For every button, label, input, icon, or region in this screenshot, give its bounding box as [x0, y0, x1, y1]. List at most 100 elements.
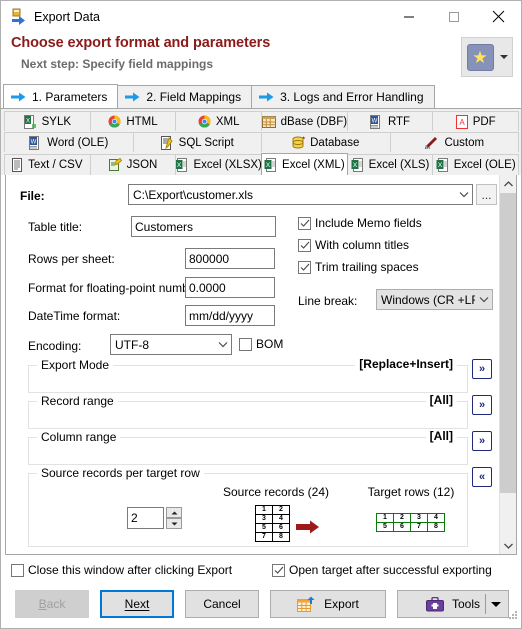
tab-parameters[interactable]: 1. Parameters [3, 84, 119, 108]
format-tab-sylk[interactable]: X SYLK [4, 111, 91, 131]
format-tab-pdf[interactable]: A PDF [432, 111, 520, 131]
text-file-icon [12, 158, 23, 172]
trim-trailing-spaces-checkbox[interactable]: Trim trailing spaces [298, 260, 419, 274]
file-path-combo[interactable]: C:\Export\customer.xls [128, 184, 473, 205]
column-range-expand-button[interactable]: » [472, 431, 492, 451]
datetime-format-input[interactable] [185, 305, 275, 326]
chevron-down-icon[interactable] [475, 296, 492, 303]
scroll-down-icon[interactable] [500, 537, 516, 554]
close-icon[interactable] [476, 1, 521, 32]
format-tab-excel-xls[interactable]: X Excel (XLS) [346, 154, 434, 175]
checkbox-box [272, 563, 285, 577]
resize-grip[interactable] [508, 611, 518, 621]
export-mode-group: Export Mode [Replace+Insert] [28, 357, 468, 393]
format-tab-text-csv[interactable]: Text / CSV [4, 154, 91, 175]
spinner-up-icon[interactable] [166, 507, 182, 518]
format-row-2: W Word (OLE) SQL Script Database Custom [4, 132, 519, 152]
format-tab-word-ole[interactable]: W Word (OLE) [4, 132, 134, 152]
float-format-input[interactable] [185, 277, 275, 298]
scroll-up-icon[interactable] [500, 175, 516, 192]
export-button[interactable]: Export [270, 590, 386, 618]
favorites-button[interactable]: ★ [461, 37, 513, 77]
chevron-down-icon[interactable] [499, 55, 508, 59]
format-tab-label: Custom [444, 136, 485, 149]
format-tab-custom[interactable]: Custom [389, 132, 519, 152]
checkbox-label: With column titles [315, 238, 410, 252]
bottom-options: Close this window after clicking Export … [1, 559, 521, 583]
checkbox-label: Open target after successful exporting [289, 563, 492, 577]
source-records-spinner[interactable] [127, 507, 182, 529]
scrollbar-thumb[interactable] [500, 193, 516, 493]
format-tab-excel-xml[interactable]: X Excel (XML) [261, 153, 348, 175]
word-doc-icon: W [29, 135, 42, 150]
format-tab-label: PDF [472, 115, 496, 128]
format-tab-xml[interactable]: XML [175, 111, 263, 131]
svg-text:X: X [26, 118, 30, 124]
chevron-down-icon[interactable] [455, 191, 472, 198]
export-mode-expand-button[interactable]: » [472, 359, 492, 379]
cell: 1 [255, 505, 273, 515]
vertical-scrollbar[interactable] [499, 175, 516, 554]
format-tab-excel-xlsx[interactable]: X Excel (XLSX) [175, 154, 263, 175]
checkbox-box [298, 260, 311, 274]
record-range-expand-button[interactable]: » [472, 395, 492, 415]
svg-text:W: W [31, 139, 37, 145]
toolbox-icon [425, 596, 444, 612]
spinner-buttons[interactable] [166, 507, 182, 529]
checkbox-label: Include Memo fields [315, 216, 422, 230]
chevron-down-icon[interactable] [491, 602, 501, 607]
source-records-collapse-button[interactable]: « [472, 467, 492, 487]
rows-per-sheet-input[interactable] [185, 248, 275, 269]
table-title-input[interactable] [131, 216, 276, 237]
format-tab-html[interactable]: HTML [89, 111, 177, 131]
minimize-icon[interactable] [386, 1, 431, 32]
source-records-input[interactable] [127, 507, 164, 529]
window-controls [386, 1, 521, 32]
with-column-titles-checkbox[interactable]: With column titles [298, 238, 409, 252]
spinner-down-icon[interactable] [166, 518, 182, 529]
line-break-combo[interactable]: Windows (CR +LF) [376, 289, 493, 310]
format-tab-sql-script[interactable]: SQL Script [132, 132, 262, 152]
encoding-combo[interactable]: UTF-8 [110, 334, 232, 355]
svg-text:X: X [177, 162, 182, 169]
back-button[interactable]: Back [15, 590, 89, 618]
export-data-icon [10, 8, 28, 26]
table-title-label: Table title: [28, 220, 83, 234]
dbase-icon [262, 115, 276, 128]
include-memo-fields-checkbox[interactable]: Include Memo fields [298, 216, 422, 230]
chevron-down-icon[interactable] [214, 341, 231, 348]
cancel-button[interactable]: Cancel [185, 590, 259, 618]
format-tab-excel-ole[interactable]: X Excel (OLE) [432, 154, 520, 175]
maximize-icon[interactable] [431, 1, 476, 32]
excel-icon: X [176, 158, 188, 172]
cell: 1 [376, 513, 394, 523]
file-browse-button[interactable]: ... [476, 184, 497, 205]
svg-text:X: X [438, 162, 443, 169]
encoding-label: Encoding: [28, 339, 82, 353]
format-tab-dbase[interactable]: dBase (DBF) [261, 111, 348, 131]
format-tab-rtf[interactable]: W RTF [346, 111, 434, 131]
back-button-rest: ack [46, 597, 66, 611]
cell: 3 [410, 513, 428, 523]
checkbox-label: Trim trailing spaces [315, 260, 419, 274]
source-records-grid: 12 34 56 78 [255, 505, 290, 542]
tools-button[interactable]: Tools [397, 590, 509, 618]
format-tab-database[interactable]: Database [261, 132, 391, 152]
table-row: 5678 [376, 522, 445, 532]
format-tab-json[interactable]: JSON [89, 154, 177, 175]
svg-text:W: W [372, 118, 378, 124]
cell: 5 [376, 522, 394, 532]
next-button[interactable]: Next [100, 590, 174, 618]
tab-field-mappings[interactable]: 2. Field Mappings [117, 85, 253, 108]
pdf-icon: A [455, 114, 468, 129]
tab-logs-and-error-handling[interactable]: 3. Logs and Error Handling [251, 85, 435, 108]
close-window-checkbox[interactable]: Close this window after clicking Export [11, 563, 232, 577]
right-arrow-icon [125, 92, 140, 102]
open-target-checkbox[interactable]: Open target after successful exporting [272, 563, 492, 577]
chrome-icon [108, 115, 121, 128]
column-range-caption: Column range [37, 430, 121, 444]
export-table-icon [297, 596, 316, 613]
bom-checkbox[interactable]: BOM [239, 337, 283, 351]
svg-text:A: A [459, 118, 465, 127]
cell: 6 [393, 522, 411, 532]
